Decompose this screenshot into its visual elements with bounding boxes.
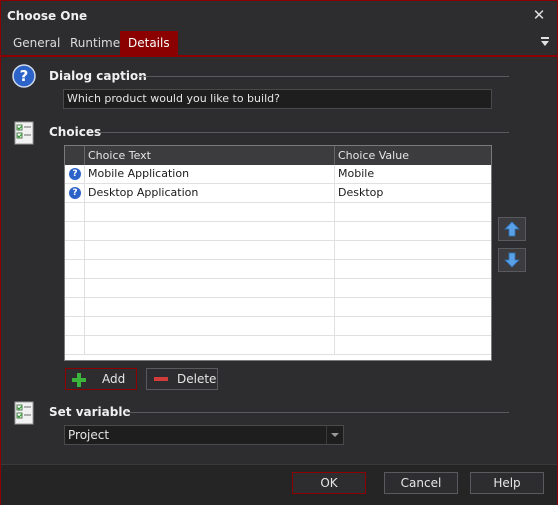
empty-cell[interactable] <box>85 260 335 278</box>
section-divider <box>125 412 509 413</box>
close-icon[interactable]: ✕ <box>531 6 547 24</box>
empty-row[interactable] <box>65 317 491 336</box>
row-indicator <box>65 298 85 316</box>
plus-icon <box>72 373 86 387</box>
chevron-down-icon[interactable] <box>326 426 343 444</box>
cancel-button[interactable]: Cancel <box>384 472 458 494</box>
move-down-button[interactable] <box>498 248 526 272</box>
tab-menu-icon[interactable] <box>539 35 551 49</box>
choice-value-cell[interactable]: Desktop <box>335 184 491 202</box>
table-row[interactable]: ? Mobile Application Mobile <box>65 165 491 184</box>
section-divider <box>99 132 509 133</box>
move-up-button[interactable] <box>498 217 526 241</box>
delete-button-label: Delete <box>177 372 217 386</box>
choices-grid[interactable]: Choice Text Choice Value ? Mobile Applic… <box>64 145 492 361</box>
choice-text-cell[interactable]: Mobile Application <box>85 165 335 183</box>
delete-button[interactable]: Delete <box>146 368 218 390</box>
dialog-caption-heading: Dialog caption <box>49 69 147 83</box>
empty-row[interactable] <box>65 222 491 241</box>
row-indicator <box>65 317 85 335</box>
choice-text-cell[interactable]: Desktop Application <box>85 184 335 202</box>
empty-row[interactable] <box>65 241 491 260</box>
section-divider <box>137 76 509 77</box>
arrow-down-icon <box>504 252 520 268</box>
variable-select-value: Project <box>68 428 110 442</box>
empty-cell[interactable] <box>85 241 335 259</box>
choice-value-cell[interactable]: Mobile <box>335 165 491 183</box>
tab-details[interactable]: Details <box>120 31 178 55</box>
add-button-label: Add <box>102 372 126 386</box>
row-indicator <box>65 260 85 278</box>
row-indicator <box>65 336 85 354</box>
empty-row[interactable] <box>65 279 491 298</box>
tab-bar: General Runtime Details <box>1 31 557 57</box>
checklist-icon <box>14 401 34 425</box>
column-header-choice-text[interactable]: Choice Text <box>85 146 335 165</box>
question-icon: ? <box>12 64 36 88</box>
row-indicator <box>65 203 85 221</box>
arrow-up-icon <box>504 221 520 237</box>
add-button[interactable]: Add <box>65 368 137 390</box>
empty-cell[interactable] <box>85 222 335 240</box>
question-icon: ? <box>69 168 81 180</box>
svg-text:?: ? <box>20 67 29 85</box>
tab-general[interactable]: General <box>5 31 68 55</box>
empty-row[interactable] <box>65 336 491 355</box>
empty-row[interactable] <box>65 260 491 279</box>
question-icon: ? <box>69 187 81 199</box>
empty-cell[interactable] <box>85 317 335 335</box>
choices-heading: Choices <box>49 125 102 139</box>
variable-select[interactable]: Project <box>64 425 344 445</box>
window-title: Choose One <box>7 9 88 23</box>
empty-row[interactable] <box>65 203 491 222</box>
empty-row[interactable] <box>65 298 491 317</box>
row-indicator <box>65 222 85 240</box>
empty-cell[interactable] <box>85 279 335 297</box>
empty-cell[interactable] <box>85 203 335 221</box>
footer-bar: OK Cancel Help <box>1 464 557 505</box>
table-row[interactable]: ? Desktop Application Desktop <box>65 184 491 203</box>
dialog-caption-input[interactable]: Which product would you like to build? <box>63 89 492 109</box>
minus-icon <box>154 377 168 381</box>
row-indicator-header <box>65 146 85 165</box>
grid-header: Choice Text Choice Value <box>65 146 491 165</box>
set-variable-heading: Set variable <box>49 405 131 419</box>
row-indicator: ? <box>65 165 85 183</box>
title-bar: Choose One ✕ <box>1 1 557 31</box>
empty-cell[interactable] <box>85 298 335 316</box>
ok-button[interactable]: OK <box>292 472 366 494</box>
row-indicator: ? <box>65 184 85 202</box>
row-indicator <box>65 241 85 259</box>
row-indicator <box>65 279 85 297</box>
dialog-window: Choose One ✕ General Runtime Details ? D… <box>0 0 558 505</box>
help-button[interactable]: Help <box>470 472 544 494</box>
checklist-icon <box>14 121 34 145</box>
tab-runtime[interactable]: Runtime <box>62 31 128 55</box>
empty-cell[interactable] <box>85 336 335 354</box>
column-header-choice-value[interactable]: Choice Value <box>335 146 491 165</box>
